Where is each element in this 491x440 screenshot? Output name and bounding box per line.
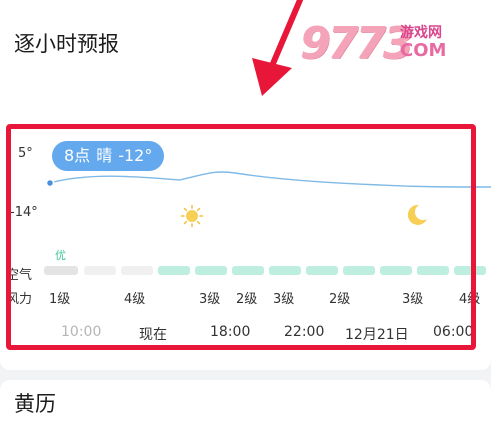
hourly-forecast-title: 逐小时预报 xyxy=(14,32,119,56)
watermark-number: 9773 xyxy=(300,18,413,69)
site-watermark-logo: 9773 游戏网 COM xyxy=(300,18,480,74)
watermark-cn: 游戏网 xyxy=(400,25,442,41)
highlight-frame xyxy=(6,124,476,350)
watermark-com: COM xyxy=(400,40,447,61)
almanac-title: 黄历 xyxy=(14,392,56,416)
almanac-card xyxy=(0,380,491,440)
